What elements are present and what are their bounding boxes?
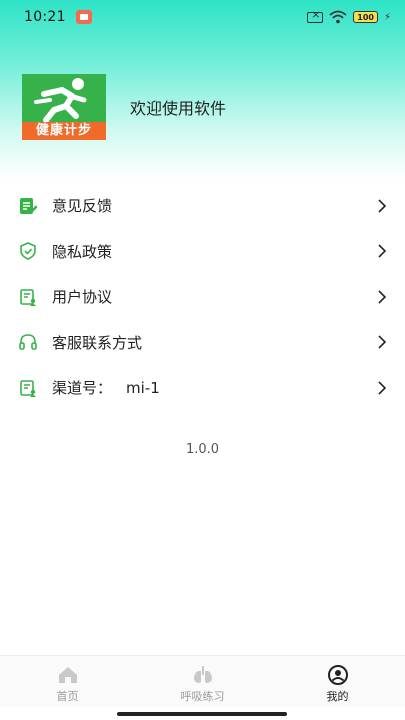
menu-item-privacy[interactable]: 隐私政策 bbox=[0, 229, 405, 275]
menu-item-agreement[interactable]: 用户协议 bbox=[0, 274, 405, 320]
app-version: 1.0.0 bbox=[185, 442, 220, 457]
status-bar: 10:21 100 ⚡ bbox=[0, 0, 405, 34]
battery-icon: 100 bbox=[353, 11, 378, 23]
menu-item-label: 意见反馈 bbox=[52, 197, 113, 216]
headset-icon bbox=[18, 332, 38, 352]
charging-icon: ⚡ bbox=[383, 11, 391, 23]
wifi-icon bbox=[329, 10, 347, 24]
menu-item-channel[interactable]: 渠道号： mi-1 bbox=[0, 365, 405, 411]
channel-value: mi-1 bbox=[126, 378, 160, 397]
tab-profile[interactable]: 我的 bbox=[270, 656, 405, 707]
logo-text: 健康计步 bbox=[22, 122, 106, 140]
menu-item-label: 隐私政策 bbox=[52, 242, 113, 261]
menu-item-feedback[interactable]: 意见反馈 bbox=[0, 183, 405, 229]
status-time: 10:21 bbox=[24, 9, 66, 25]
menu-item-label: 渠道号： bbox=[52, 379, 113, 398]
feedback-icon bbox=[18, 196, 38, 216]
tab-breathing[interactable]: 呼吸练习 bbox=[135, 656, 270, 707]
chevron-right-icon bbox=[378, 199, 387, 213]
battery-level: 100 bbox=[357, 12, 374, 22]
home-icon bbox=[58, 667, 77, 683]
profile-header: 健康计步 欢迎使用软件 bbox=[22, 74, 226, 140]
bottom-tab-bar: 首页 呼吸练习 我的 bbox=[0, 655, 405, 707]
settings-menu: 意见反馈 隐私政策 用户协议 客服联系方式 渠道号： mi-1 bbox=[0, 183, 405, 411]
shield-icon bbox=[18, 241, 38, 261]
tab-label: 我的 bbox=[326, 690, 349, 703]
tab-home[interactable]: 首页 bbox=[0, 656, 135, 707]
chevron-right-icon bbox=[378, 335, 387, 349]
no-sim-icon bbox=[307, 8, 324, 23]
menu-item-label: 用户协议 bbox=[52, 288, 113, 307]
status-indicators: 100 ⚡ bbox=[307, 8, 391, 24]
menu-item-customer-service[interactable]: 客服联系方式 bbox=[0, 320, 405, 366]
chevron-right-icon bbox=[378, 290, 387, 304]
chevron-right-icon bbox=[378, 244, 387, 258]
runner-icon bbox=[34, 78, 87, 123]
agreement-icon bbox=[18, 287, 38, 307]
tab-label: 呼吸练习 bbox=[180, 690, 225, 703]
lungs-icon bbox=[193, 666, 212, 683]
channel-icon bbox=[18, 378, 38, 398]
profile-icon bbox=[327, 665, 348, 685]
tab-label: 首页 bbox=[56, 690, 79, 703]
chevron-right-icon bbox=[378, 381, 387, 395]
notification-app-icon bbox=[75, 10, 92, 24]
welcome-text: 欢迎使用软件 bbox=[130, 99, 227, 118]
menu-item-label: 客服联系方式 bbox=[52, 333, 143, 352]
app-logo: 健康计步 bbox=[22, 74, 106, 140]
home-indicator[interactable] bbox=[117, 712, 287, 716]
